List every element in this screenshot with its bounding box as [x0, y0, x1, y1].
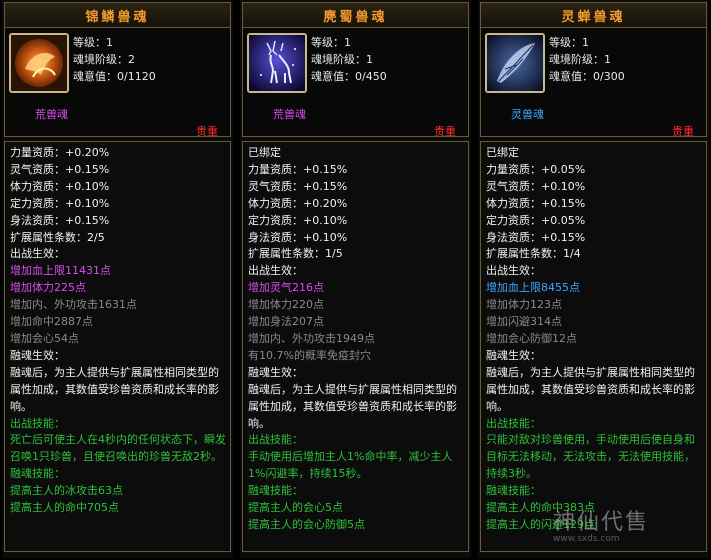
- desc-line: 体力资质：+0.10%: [10, 179, 110, 193]
- soul-intent: 魂意值：0/1120: [73, 70, 156, 83]
- desc-line: 融魂生效：: [248, 365, 303, 379]
- desc-line: 提高主人的冰攻击63点: [10, 484, 123, 498]
- desc-line: 扩展属性条数：2/5: [10, 230, 105, 244]
- desc-line: 已绑定: [486, 146, 519, 159]
- desc-line: 力量资质：+0.05%: [486, 162, 586, 176]
- panel-header: 等级：1 魂境阶级：1 魂意值：0/300 灵兽魂 贵重: [480, 28, 707, 138]
- desc-line: 增加体力123点: [486, 298, 562, 312]
- desc-line: 融魂后，为主人提供与扩展属性相同类型的属性加成，其数值受珍兽资质和成长率的影响。: [486, 365, 695, 413]
- beast-soul-panel-jishu: 麂蜀兽魂 等级：1 魂境阶级：1 魂意值：0/450 荒兽魂 贵重 已绑定 力量…: [240, 0, 471, 558]
- soul-stats: 等级：1 魂境阶级：1 魂意值：0/300: [549, 34, 625, 85]
- desc-line: 灵气资质：+0.10%: [486, 179, 586, 193]
- realm-rank: 魂境阶级：1: [311, 53, 373, 66]
- desc-line: 融魂后，为主人提供与扩展属性相同类型的属性加成，其数值受珍兽资质和成长率的影响。: [10, 365, 219, 413]
- desc-line: 已绑定: [248, 146, 281, 159]
- soul-description: 已绑定 力量资质：+0.15% 灵气资质：+0.15% 体力资质：+0.20% …: [242, 141, 469, 552]
- soul-kind: 荒兽魂: [35, 108, 68, 121]
- desc-line: 增加灵气216点: [248, 281, 324, 295]
- desc-line: 融魂后，为主人提供与扩展属性相同类型的属性加成，其数值受珍兽资质和成长率的影响。: [248, 382, 457, 430]
- soul-stats: 等级：1 魂境阶级：1 魂意值：0/450: [311, 34, 387, 85]
- desc-line: 出战技能：: [248, 433, 303, 447]
- desc-line: 身法资质：+0.10%: [248, 230, 348, 244]
- desc-line: 定力资质：+0.05%: [486, 213, 586, 227]
- desc-line: 扩展属性条数：1/4: [486, 247, 581, 261]
- desc-line: 增加会心防御12点: [486, 331, 577, 345]
- realm-rank: 魂境阶级：1: [549, 53, 611, 66]
- soul-intent: 魂意值：0/450: [311, 70, 387, 83]
- beast-soul-panel-jinlin: 锦鳞兽魂 等级：1 魂境阶级：2 魂意值：0/1120 荒兽魂 贵重 力量资质：…: [2, 0, 233, 558]
- desc-line: 融魂生效：: [10, 348, 65, 362]
- desc-line: 提高主人的会心5点: [248, 501, 343, 515]
- desc-line: 手动使用后增加主人1%命中率，减少主人1%闪避率，持续15秒。: [248, 450, 453, 481]
- desc-line: 增加会心54点: [10, 331, 79, 345]
- desc-line: 增加体力225点: [10, 281, 86, 295]
- desc-line: 有10.7%的概率免疫封穴: [248, 348, 371, 362]
- soul-kind: 灵兽魂: [511, 108, 544, 121]
- panel-title: 麂蜀兽魂: [242, 2, 469, 28]
- desc-line: 灵气资质：+0.15%: [10, 162, 110, 176]
- desc-line: 增加内、外功攻击1631点: [10, 298, 137, 312]
- level: 等级：1: [311, 36, 351, 49]
- panel-header: 等级：1 魂境阶级：1 魂意值：0/450 荒兽魂 贵重: [242, 28, 469, 138]
- desc-line: 出战生效：: [248, 264, 303, 278]
- valuable-tag: 贵重: [434, 125, 456, 138]
- desc-line: 体力资质：+0.15%: [486, 196, 586, 210]
- deer-icon[interactable]: [247, 33, 307, 93]
- level: 等级：1: [549, 36, 589, 49]
- cicada-wing-icon[interactable]: [485, 33, 545, 93]
- desc-line: 提高主人的命中705点: [10, 501, 119, 515]
- soul-stats: 等级：1 魂境阶级：2 魂意值：0/1120: [73, 34, 156, 85]
- desc-line: 身法资质：+0.15%: [486, 230, 586, 244]
- watermark-url: www.sxds.com: [553, 534, 620, 544]
- desc-line: 出战生效：: [486, 264, 541, 278]
- desc-line: 增加血上限11431点: [10, 264, 111, 278]
- desc-line: 力量资质：+0.15%: [248, 162, 348, 176]
- soul-kind: 荒兽魂: [273, 108, 306, 121]
- desc-line: 出战技能：: [10, 416, 65, 430]
- desc-line: 融魂技能：: [486, 484, 541, 498]
- desc-line: 增加体力220点: [248, 298, 324, 312]
- valuable-tag: 贵重: [196, 125, 218, 138]
- desc-line: 定力资质：+0.10%: [248, 213, 348, 227]
- desc-line: 只能对敌对珍兽使用，手动使用后使自身和目标无法移动，无法攻击，无法使用技能，持续…: [486, 433, 695, 481]
- desc-line: 融魂技能：: [248, 484, 303, 498]
- desc-line: 增加血上限8455点: [486, 281, 580, 295]
- desc-line: 融魂技能：: [10, 467, 65, 481]
- realm-rank: 魂境阶级：2: [73, 53, 135, 66]
- panel-header: 等级：1 魂境阶级：2 魂意值：0/1120 荒兽魂 贵重: [4, 28, 231, 138]
- desc-line: 增加内、外功攻击1949点: [248, 331, 375, 345]
- watermark: 神仙代售 www.sxds.com: [553, 512, 703, 552]
- desc-line: 增加命中2887点: [10, 315, 93, 329]
- desc-line: 身法资质：+0.15%: [10, 213, 110, 227]
- desc-line: 体力资质：+0.20%: [248, 196, 348, 210]
- panel-title: 锦鳞兽魂: [4, 2, 231, 28]
- desc-line: 定力资质：+0.10%: [10, 196, 110, 210]
- desc-line: 增加闪避314点: [486, 315, 562, 329]
- desc-line: 出战生效：: [10, 247, 65, 261]
- soul-description: 已绑定 力量资质：+0.05% 灵气资质：+0.10% 体力资质：+0.15% …: [480, 141, 707, 552]
- soul-intent: 魂意值：0/300: [549, 70, 625, 83]
- beast-soul-panel-lingchan: 灵蝉兽魂 等级：1 魂境阶级：1 魂意值：0/300 灵兽魂 贵重 已绑定 力量…: [478, 0, 709, 558]
- panel-title: 灵蝉兽魂: [480, 2, 707, 28]
- watermark-logo: 神仙代售: [553, 510, 650, 535]
- desc-line: 提高主人的会心防御5点: [248, 517, 365, 531]
- desc-line: 融魂生效：: [486, 348, 541, 362]
- desc-line: 出战技能：: [486, 416, 541, 430]
- soul-description: 力量资质：+0.20% 灵气资质：+0.15% 体力资质：+0.10% 定力资质…: [4, 141, 231, 552]
- valuable-tag: 贵重: [672, 125, 694, 138]
- level: 等级：1: [73, 36, 113, 49]
- desc-line: 灵气资质：+0.15%: [248, 179, 348, 193]
- desc-line: 增加身法207点: [248, 315, 324, 329]
- desc-line: 力量资质：+0.20%: [10, 146, 110, 159]
- koi-fish-icon[interactable]: [9, 33, 69, 93]
- desc-line: 死亡后可使主人在4秒内的任何状态下，瞬发召唤1只珍兽，且使召唤出的珍兽无敌2秒。: [10, 433, 226, 464]
- desc-line: 扩展属性条数：1/5: [248, 247, 343, 261]
